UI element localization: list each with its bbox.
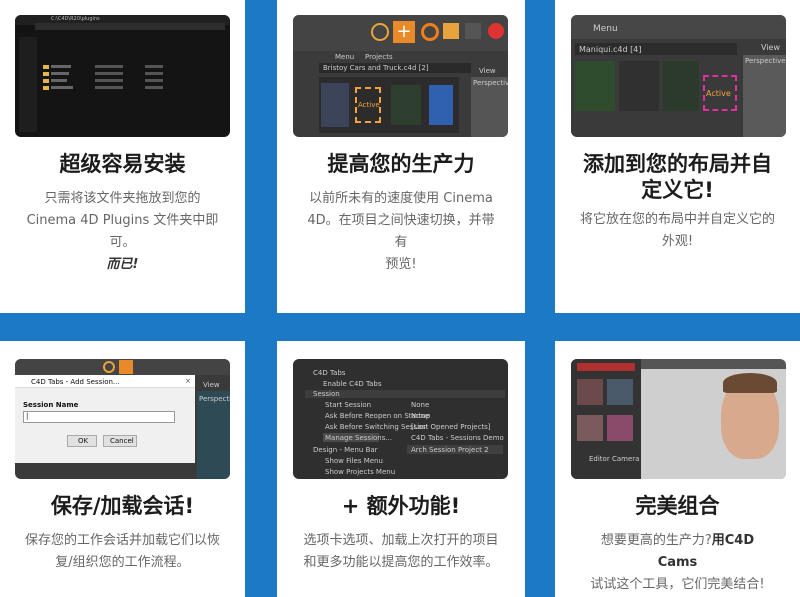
ok-button[interactable]: OK [67,435,97,447]
blue-band-right [525,0,555,597]
feature-card-extras: C4D Tabs Enable C4D Tabs Session Start S… [277,341,525,597]
card-description: 想要更高的生产力?用C4D Cams 试试这个工具，它们完美结合! [590,533,765,592]
card-description: 将它放在您的布局中并自定义它的 外观! [579,212,775,249]
layout-screenshot: Menu Maniqui.c4d [4] Active View Perspec… [571,15,786,137]
productivity-screenshot: + Menu Projects Bristoy Cars and Truck.c… [293,15,508,137]
card-title: 完美组合 [635,494,720,518]
install-screenshot: C:\C4D\R20\plugins [15,15,230,137]
card-description: 保存您的工作会话并加载它们以恢 复/组织您的工作流程。 [24,533,220,570]
card-title: 保存/加载会话! [50,494,195,518]
feature-card-install: C:\C4D\R20\plugins 超级容易安装 只需将该文件夹拖放到您的 C… [0,0,245,313]
feature-card-layout: Menu Maniqui.c4d [4] Active View Perspec… [555,0,800,313]
emphasis-text: 而已! [106,257,139,272]
feature-card-productivity: + Menu Projects Bristoy Cars and Truck.c… [277,0,525,313]
sessions-screenshot: C4D Tabs - Add Session... × Session Name… [15,359,230,479]
combo-screenshot: Editor Camera [571,359,786,479]
feature-card-combo: Editor Camera 完美组合 想要更高的生产力?用C4D Cams 试试… [555,341,800,597]
extras-screenshot: C4D Tabs Enable C4D Tabs Session Start S… [293,359,508,479]
card-description: 选项卡选项、加载上次打开的项目 和更多功能以提高您的工作效率。 [303,533,499,570]
card-title: + 额外功能! [341,494,461,518]
card-title: 提高您的生产力 [327,152,475,176]
blue-band-horizontal [0,313,800,341]
explorer-path: C:\C4D\R20\plugins [51,16,100,22]
cancel-button[interactable]: Cancel [103,435,137,447]
card-description: 以前所未有的速度使用 Cinema 4D。在项目之间快速切换，并带有 预览! [307,191,495,272]
card-title: 添加到您的布局并自 定义它! [583,152,772,202]
card-description: 只需将该文件夹拖放到您的 Cinema 4D Plugins 文件夹中即 可。 … [26,191,219,272]
add-session-dialog: C4D Tabs - Add Session... × Session Name… [15,375,195,463]
card-title: 超级容易安装 [59,152,186,176]
feature-card-sessions: C4D Tabs - Add Session... × Session Name… [0,341,245,597]
